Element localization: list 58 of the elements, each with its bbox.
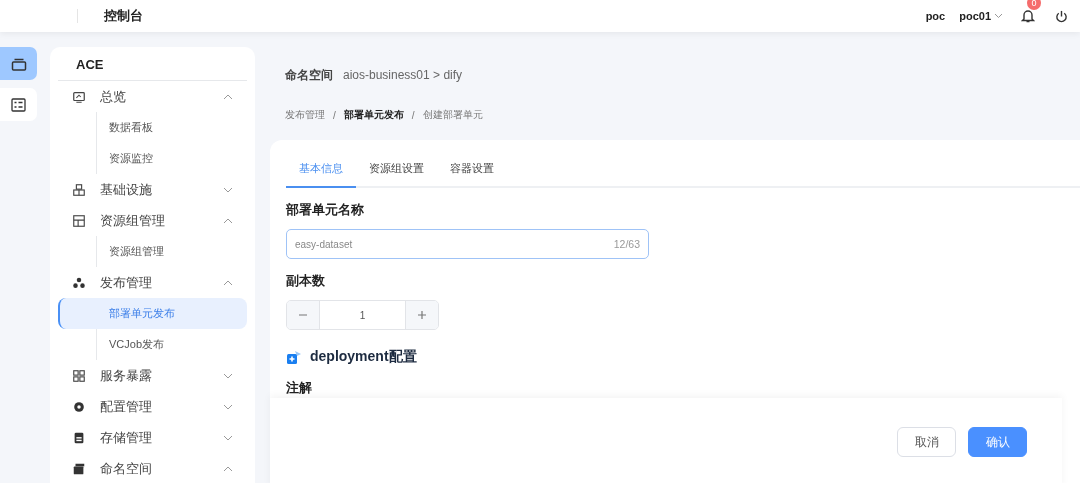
field-label: 副本数 [286,273,326,290]
sidebar-group[interactable]: 命名空间 [58,453,247,483]
document-icon [72,430,86,445]
section-title: deployment配置 [310,348,417,366]
sidebar-item[interactable]: 资源组管理 [97,236,247,267]
bell-icon[interactable] [1021,9,1035,23]
chevron-down-icon [994,13,1003,19]
namespace-label: 命名空间 [285,66,333,84]
list-icon [11,97,26,112]
rail-tab[interactable] [0,88,37,121]
chevron-down-icon [223,186,233,193]
gear-icon [72,399,86,414]
sidebar-group[interactable]: 资源组管理 [58,205,247,236]
field-label: 注解 [286,380,313,397]
sidebar-item[interactable]: VCJob发布 [97,329,247,360]
sidebar-group[interactable]: 配置管理 [58,391,247,422]
breadcrumb-item[interactable]: 创建部署单元 [422,108,483,122]
monitor-icon [72,89,86,104]
sidebar-title: ACE [58,47,247,81]
breadcrumb-item[interactable]: 部署单元发布 [343,108,404,122]
sidebar-group[interactable]: 基础设施 [58,174,247,205]
app-title: 控制台 [104,7,143,25]
tenant-name: poc [925,10,946,22]
chevron-down-icon [223,372,233,379]
breadcrumb-item[interactable]: 发布管理 [285,108,325,122]
tab[interactable]: 容器设置 [437,162,507,188]
container-icon [286,349,302,365]
name-input[interactable]: easy-dataset 12/63 [286,229,649,259]
network-icon [72,182,86,197]
tab[interactable]: 资源组设置 [356,162,437,188]
table-icon [72,213,86,228]
dots-icon [72,275,86,290]
chevron-up-icon [223,217,233,224]
sidebar-group[interactable]: 发布管理 [58,267,247,298]
namespace-path: aios-business01 > dify [343,68,463,82]
breadcrumb-separator: / [333,109,336,121]
plus-icon [417,310,427,320]
chevron-down-icon [223,434,233,441]
grid-icon [72,368,86,383]
power-icon[interactable] [1055,9,1068,23]
sidebar-group[interactable]: 存储管理 [58,422,247,453]
chevron-down-icon [223,403,233,410]
breadcrumb-separator: / [411,109,415,121]
sidebar-group[interactable]: 服务暴露 [58,360,247,391]
sidebar-group[interactable]: 总览 [58,81,247,112]
cancel-button[interactable]: 取消 [897,427,956,457]
notification-badge: 0 [1027,0,1041,10]
sidebar-item[interactable]: 数据看板 [97,112,247,143]
user-menu[interactable]: poc01 [959,10,1003,22]
rail-tab[interactable] [0,47,37,80]
stack-icon [72,461,86,476]
chevron-up-icon [223,279,233,286]
sidebar-item[interactable]: 资源监控 [97,143,247,174]
field-label: 部署单元名称 [286,202,365,219]
sidebar-item[interactable]: 部署单元发布 [58,298,247,329]
tray-icon [10,56,27,71]
chevron-up-icon [223,93,233,100]
chevron-up-icon [223,465,233,472]
